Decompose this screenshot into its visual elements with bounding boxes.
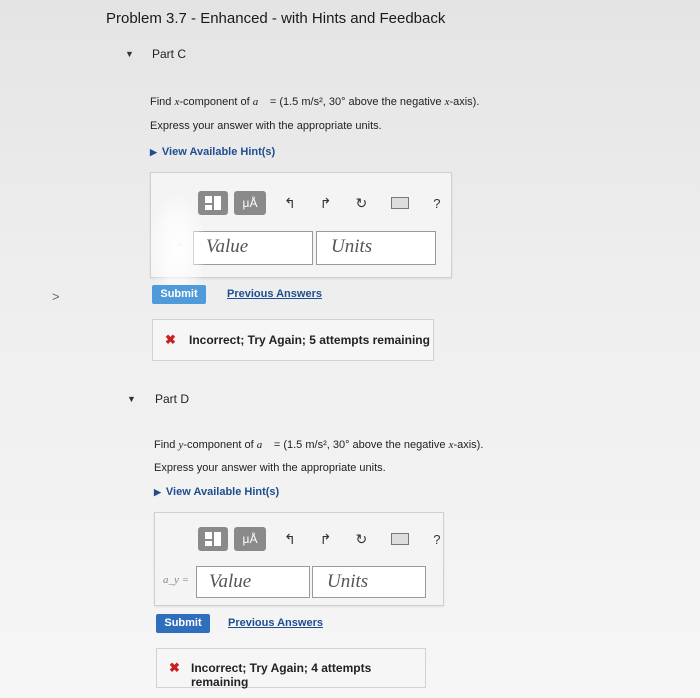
- reset-icon[interactable]: ↻: [355, 531, 367, 548]
- part-c-feedback: ✖ Incorrect; Try Again; 5 attempts remai…: [152, 319, 434, 361]
- part-d-toolbar: μÅ ↰ ↱ ↻ ?: [198, 527, 440, 551]
- part-c-feedback-text: Incorrect; Try Again; 5 attempts remaini…: [189, 333, 430, 347]
- part-d-value-input[interactable]: Value: [196, 566, 310, 598]
- reset-icon[interactable]: ↻: [355, 195, 367, 212]
- part-d-instruction: Express your answer with the appropriate…: [154, 462, 386, 474]
- undo-icon[interactable]: ↰: [284, 195, 296, 212]
- help-icon[interactable]: ?: [433, 532, 440, 547]
- part-c-hint-link[interactable]: ▶ View Available Hint(s): [150, 146, 275, 158]
- part-c-toolbar: μÅ ↰ ↱ ↻ ?: [198, 191, 440, 215]
- part-c-instruction: Express your answer with the appropriate…: [150, 120, 382, 132]
- part-d-previous-answers-link[interactable]: Previous Answers: [228, 617, 323, 629]
- hint-triangle-icon: ▶: [150, 147, 157, 157]
- incorrect-x-icon: ✖: [169, 660, 180, 675]
- expand-triangle-icon[interactable]: ▼: [125, 49, 134, 59]
- redo-icon[interactable]: ↱: [320, 531, 332, 548]
- part-c-previous-answers-link[interactable]: Previous Answers: [227, 288, 322, 300]
- part-d-input-label: a_y =: [163, 574, 190, 586]
- part-c-submit-button[interactable]: Submit: [152, 285, 206, 304]
- help-icon[interactable]: ?: [433, 196, 440, 211]
- page-title: Problem 3.7 - Enhanced - with Hints and …: [106, 10, 446, 27]
- chevron-right-icon[interactable]: >: [52, 289, 60, 304]
- hint-triangle-icon: ▶: [154, 487, 161, 497]
- part-d-feedback: ✖ Incorrect; Try Again; 4 attempts remai…: [156, 648, 426, 689]
- page: Problem 3.7 - Enhanced - with Hints and …: [0, 0, 700, 698]
- redo-icon[interactable]: ↱: [320, 195, 332, 212]
- part-d-hint-link[interactable]: ▶ View Available Hint(s): [154, 486, 279, 498]
- part-c-question: Find x-component of a⃗ = (1.5 m/s², 30° …: [150, 96, 480, 108]
- part-c-header[interactable]: Part C: [152, 47, 186, 61]
- expand-triangle-icon[interactable]: ▼: [127, 394, 136, 404]
- part-d-feedback-text: Incorrect; Try Again; 4 attempts remaini…: [191, 661, 372, 689]
- part-d-units-input[interactable]: Units: [312, 566, 426, 598]
- keyboard-icon[interactable]: [391, 533, 410, 545]
- part-d-submit-button[interactable]: Submit: [156, 614, 210, 633]
- incorrect-x-icon: ✖: [165, 332, 176, 347]
- part-c-value-input[interactable]: Value: [193, 231, 313, 265]
- keyboard-icon[interactable]: [391, 197, 410, 209]
- templates-button[interactable]: [198, 527, 228, 551]
- undo-icon[interactable]: ↰: [284, 531, 296, 548]
- part-c-units-input[interactable]: Units: [316, 231, 436, 265]
- units-button[interactable]: μÅ: [234, 191, 266, 215]
- units-button[interactable]: μÅ: [234, 527, 266, 551]
- part-d-header[interactable]: Part D: [155, 392, 189, 406]
- part-d-question: Find y-component of a⃗ = (1.5 m/s², 30° …: [154, 439, 484, 451]
